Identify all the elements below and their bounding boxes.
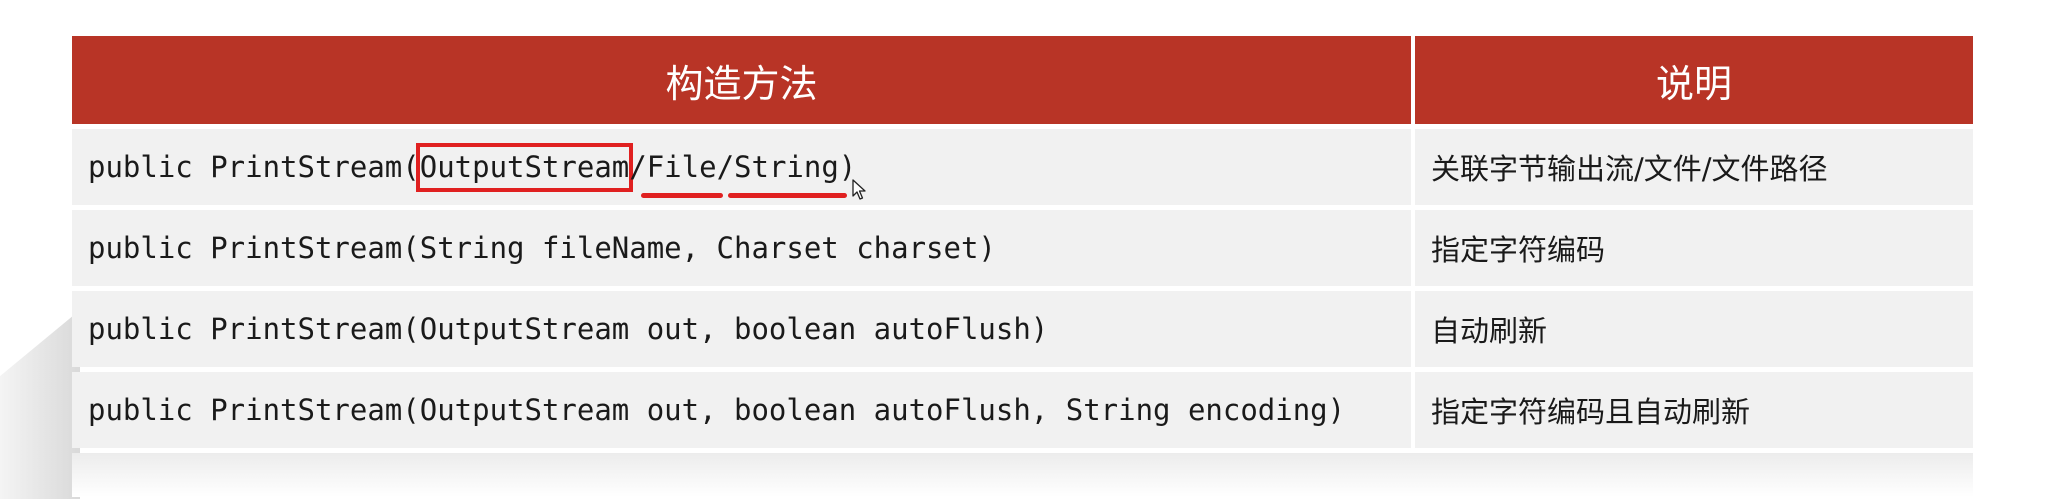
- method-cell: public PrintStream(OutputStream / File / Str…: [72, 129, 1411, 205]
- method-text-prefix: public PrintStream(: [88, 150, 420, 184]
- table-row: public PrintStream(String fileName, Char…: [72, 210, 1973, 286]
- method-text-outputstream: OutputStream: [419, 149, 630, 184]
- header-constructor: 构造方法: [665, 61, 818, 106]
- table-row: public PrintStream(OutputStream out, boo…: [72, 291, 1973, 367]
- description-cell: 自动刷新: [1431, 314, 1548, 348]
- constructor-table: 构造方法 说明 public PrintStream(OutputStream /…: [72, 36, 1973, 497]
- method-text-string: String: [734, 150, 839, 184]
- annotation-underline-string: String: [728, 150, 847, 198]
- table-header: 构造方法 说明: [72, 36, 1973, 124]
- table-bottom-fade: [72, 453, 1973, 497]
- table-row: public PrintStream(OutputStream / File / Str…: [72, 129, 1973, 205]
- method-cell: public PrintStream(OutputStream out, boo…: [88, 393, 1346, 427]
- method-text-slash-1: /: [629, 150, 647, 184]
- method-text-slash-2: /: [716, 150, 735, 184]
- method-text-file: File: [646, 150, 717, 184]
- annotation-underline-file: File: [640, 150, 723, 198]
- decorative-background-shape: [0, 310, 80, 499]
- header-description: 说明: [1655, 61, 1732, 106]
- description-cell: 指定字符编码且自动刷新: [1431, 395, 1751, 429]
- description-cell: 指定字符编码: [1431, 233, 1606, 267]
- method-cell: public PrintStream(OutputStream out, boo…: [88, 312, 1049, 346]
- annotation-box-outputstream: OutputStream: [415, 142, 634, 192]
- table-row: public PrintStream(OutputStream out, boo…: [72, 372, 1973, 448]
- description-cell: 关联字节输出流/文件/文件路径: [1431, 152, 1828, 186]
- method-cell: public PrintStream(String fileName, Char…: [88, 231, 996, 265]
- mouse-cursor-icon: [852, 179, 866, 200]
